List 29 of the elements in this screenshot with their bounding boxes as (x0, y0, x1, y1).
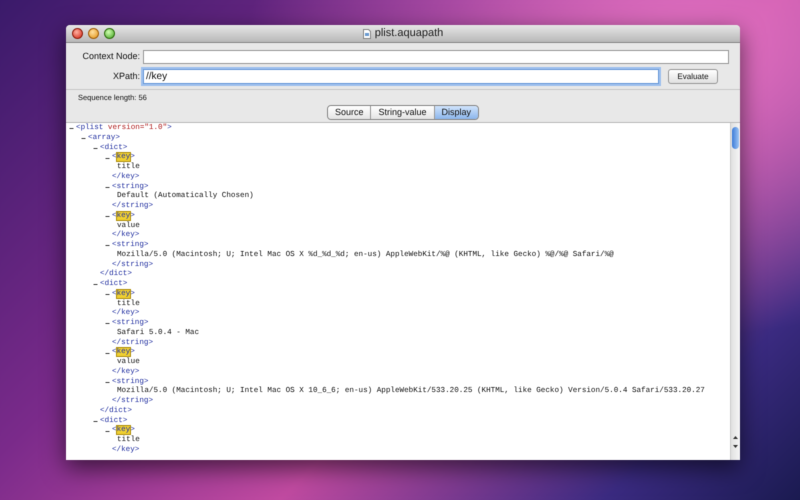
collapse-icon[interactable] (105, 156, 110, 161)
collapse-icon[interactable] (69, 126, 74, 132)
xpath-field[interactable]: //key (143, 69, 659, 84)
minimize-icon[interactable] (88, 28, 99, 39)
zoom-icon[interactable] (104, 28, 115, 39)
context-node-field[interactable] (143, 50, 729, 64)
collapse-icon[interactable] (105, 350, 110, 356)
collapse-icon[interactable] (105, 321, 110, 326)
evaluate-button[interactable]: Evaluate (668, 69, 718, 84)
collapse-icon[interactable] (105, 243, 110, 248)
scrollbar[interactable] (730, 123, 740, 460)
collapse-icon[interactable] (105, 214, 110, 220)
field-label: XPath: (112, 70, 140, 83)
collapse-icon[interactable] (105, 292, 110, 298)
window-title: plist.aquapath (374, 26, 444, 42)
document-icon (362, 28, 371, 38)
collapse-icon[interactable] (105, 184, 110, 190)
collapse-icon[interactable] (93, 146, 98, 151)
collapse-icon[interactable] (93, 418, 98, 424)
tab[interactable]: String-value (370, 106, 434, 119)
field-label: Context Node: (81, 50, 140, 64)
scroll-thumb[interactable] (732, 127, 739, 149)
close-icon[interactable] (72, 28, 83, 39)
collapse-icon[interactable] (105, 428, 110, 434)
collapse-icon[interactable] (81, 136, 86, 142)
tab[interactable]: Display (434, 106, 478, 119)
collapse-icon[interactable] (105, 380, 110, 385)
tab[interactable]: Source (328, 106, 370, 119)
collapse-icon[interactable] (93, 282, 98, 288)
